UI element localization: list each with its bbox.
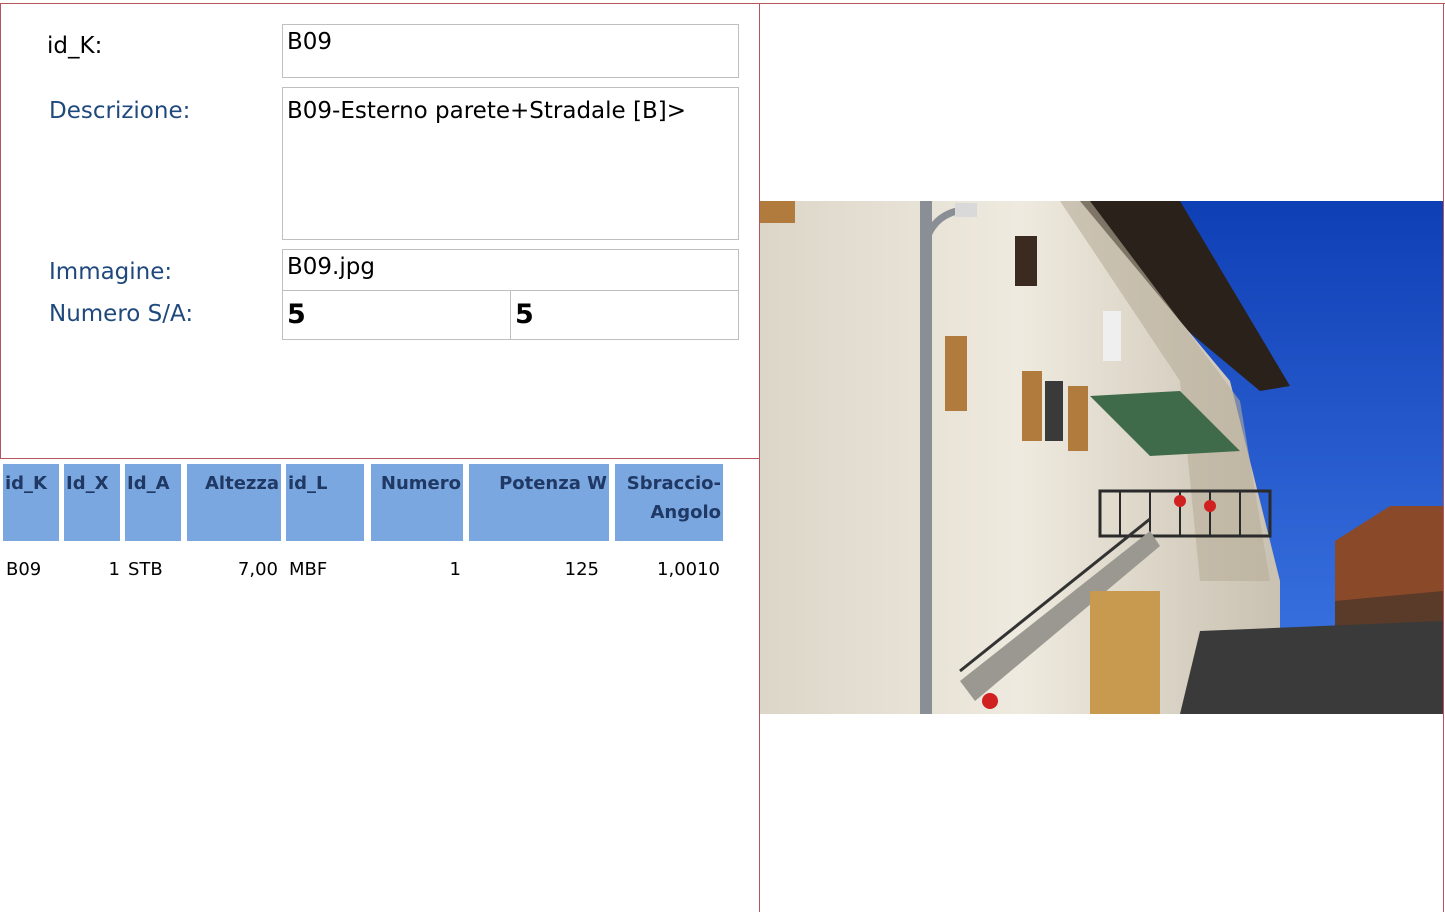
th-numero: Numero xyxy=(371,464,463,541)
numero-a-field[interactable]: 5 xyxy=(510,290,739,340)
id-k-label: id_K: xyxy=(47,33,103,59)
numero-sa-label: Numero S/A: xyxy=(49,301,194,327)
id-k-field[interactable]: B09 xyxy=(282,24,739,78)
th-id-a: Id_A xyxy=(125,464,181,541)
numero-s-field[interactable]: 5 xyxy=(282,290,511,340)
cell-id-x: 1 xyxy=(108,559,120,580)
th-potenza-w: Potenza W xyxy=(469,464,609,541)
immagine-field[interactable]: B09.jpg xyxy=(282,249,739,291)
th-id-k: id_K xyxy=(3,464,59,541)
building-image xyxy=(760,201,1443,714)
table-top-border xyxy=(0,458,760,459)
cell-id-l: MBF xyxy=(289,559,328,580)
cell-sbraccio-angolo: 1,0010 xyxy=(657,559,720,580)
cell-id-a: STB xyxy=(128,559,163,580)
top-border xyxy=(0,3,1445,4)
right-border xyxy=(1443,3,1444,912)
cell-potenza-w: 125 xyxy=(564,559,599,580)
cell-numero: 1 xyxy=(449,559,461,580)
left-border xyxy=(0,3,1,458)
immagine-label: Immagine: xyxy=(49,259,173,285)
cell-id-k: B09 xyxy=(6,559,42,580)
th-id-l: id_L xyxy=(286,464,364,541)
th-sbraccio-angolo: Sbraccio-Angolo xyxy=(615,464,723,541)
building-photo xyxy=(760,201,1443,714)
descrizione-label: Descrizione: xyxy=(49,98,191,124)
th-altezza: Altezza xyxy=(187,464,281,541)
cell-altezza: 7,00 xyxy=(237,559,278,580)
th-id-x: Id_X xyxy=(64,464,120,541)
descrizione-field[interactable]: B09-Esterno parete+Stradale [B]> xyxy=(282,87,739,240)
